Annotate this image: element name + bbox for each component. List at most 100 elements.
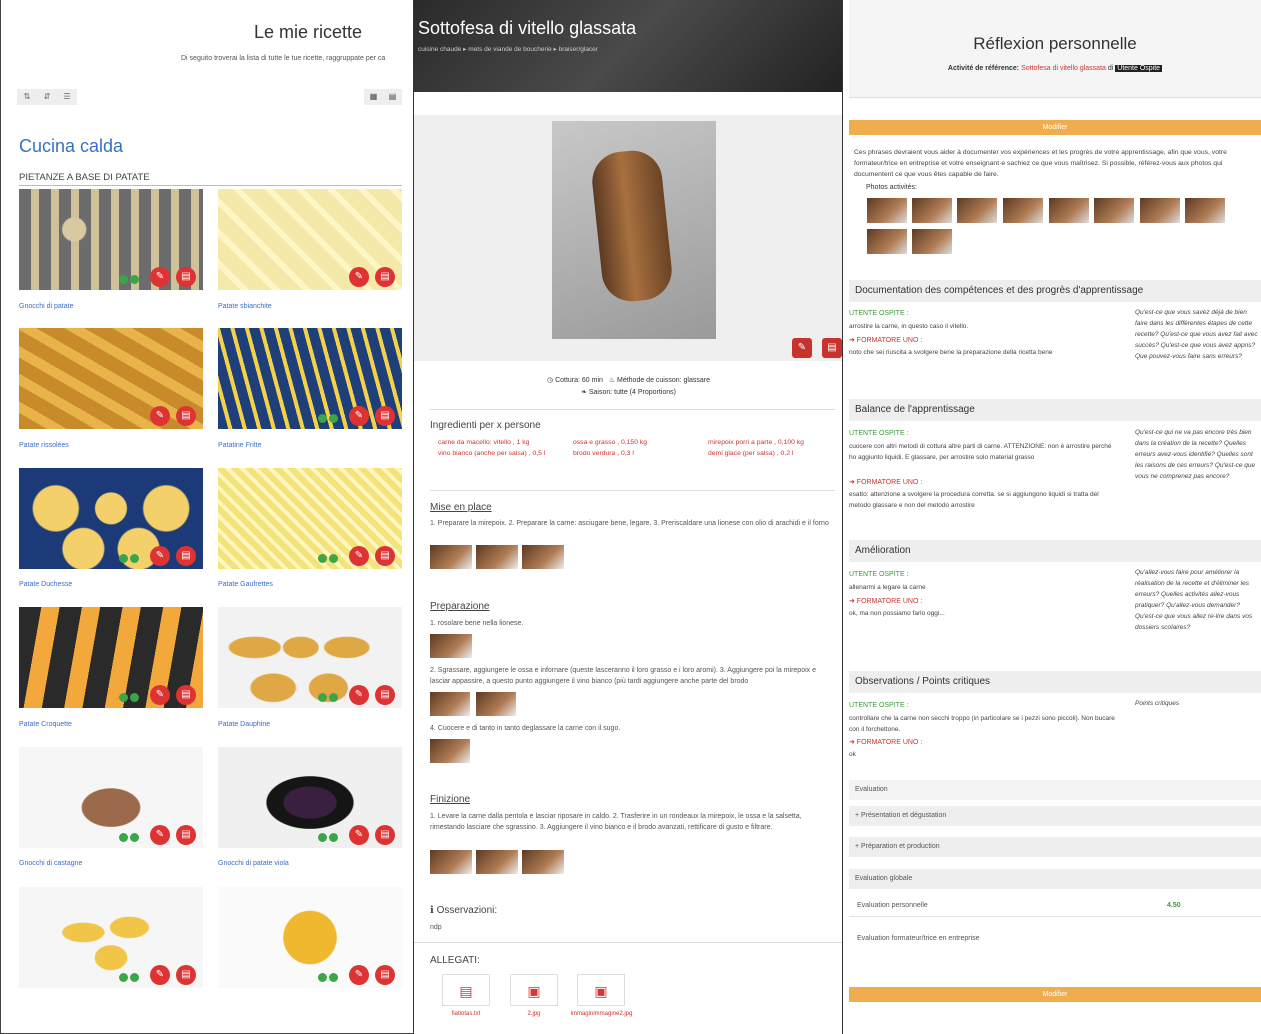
comment-button[interactable]: ✎: [792, 338, 812, 358]
recipe-name[interactable]: Patate sbianchite: [218, 303, 272, 310]
recipe-name[interactable]: Gnocchi di castagne: [19, 860, 82, 867]
activity-photo[interactable]: [1003, 198, 1043, 223]
comment-button[interactable]: ✎: [150, 267, 170, 287]
step-photo[interactable]: [430, 850, 472, 874]
grid-view-icon[interactable]: ▦: [364, 89, 383, 105]
recipe-card[interactable]: ✎ ▤: [218, 887, 402, 988]
step-photo[interactable]: [522, 850, 564, 874]
observations-title: ℹ Osservazioni:: [430, 905, 497, 916]
activity-photo[interactable]: [1094, 198, 1134, 223]
comment-button[interactable]: ✎: [349, 267, 369, 287]
ingredient-item: vino bianco (anche per salsa) , 0,5 l: [438, 450, 546, 457]
recipe-card[interactable]: ✎ ▤: [19, 468, 203, 569]
comment-button[interactable]: ✎: [150, 825, 170, 845]
comment-button[interactable]: ✎: [349, 406, 369, 426]
eval-trainer-label: Evaluation formateur/trice en entreprise: [857, 935, 980, 942]
pdf-button[interactable]: ▤: [176, 546, 196, 566]
pdf-button[interactable]: ▤: [176, 965, 196, 985]
recipe-card[interactable]: ✎ ▤: [218, 468, 402, 569]
pdf-button[interactable]: ▤: [375, 685, 395, 705]
pdf-button[interactable]: ▤: [375, 406, 395, 426]
photos-label: Photos activités:: [866, 184, 917, 191]
eval-section-preparation[interactable]: + Préparation et production: [849, 837, 1261, 857]
activity-photo[interactable]: [1185, 198, 1225, 223]
recipe-name[interactable]: Patate Croquette: [19, 721, 72, 728]
sort-desc-icon[interactable]: ⇵: [37, 89, 57, 105]
recipe-card[interactable]: ✎ ▤: [19, 747, 203, 848]
comment-button[interactable]: ✎: [150, 406, 170, 426]
comment-button[interactable]: ✎: [150, 546, 170, 566]
divider: [430, 409, 835, 410]
reflection-title: Réflexion personnelle: [973, 34, 1137, 53]
recipe-card[interactable]: ✎ ▤: [19, 607, 203, 708]
pdf-button[interactable]: ▤: [375, 965, 395, 985]
step-photo[interactable]: [430, 634, 472, 658]
list-view-icon[interactable]: ▤: [383, 89, 402, 105]
status-badge: [130, 554, 139, 563]
modify-button[interactable]: Modifier: [849, 120, 1261, 135]
image-file-icon[interactable]: ▣: [577, 974, 625, 1006]
comment-button[interactable]: ✎: [349, 825, 369, 845]
step-photo[interactable]: [430, 739, 470, 763]
recipe-card[interactable]: ✎ ▤: [19, 328, 203, 429]
recipe-name[interactable]: Patate Duchesse: [19, 581, 72, 588]
recipe-title: Sottofesa di vitello glassata: [418, 18, 637, 38]
attachments-title: ALLEGATI:: [430, 955, 480, 966]
recipe-card[interactable]: ✎ ▤: [218, 328, 402, 429]
reference-link[interactable]: Sottofesa di vitello glassata: [1021, 65, 1106, 72]
eval-section-presentation[interactable]: + Présentation et dégustation: [849, 806, 1261, 826]
recipe-name[interactable]: Gnocchi di patate: [19, 303, 73, 310]
recipe-detail-panel: Sottofesa di vitello glassata cuisine ch…: [414, 0, 843, 1034]
recipe-name[interactable]: Gnocchi di patate viola: [218, 860, 289, 867]
comment-button[interactable]: ✎: [349, 685, 369, 705]
step-photo[interactable]: [476, 850, 518, 874]
pdf-button[interactable]: ▤: [176, 406, 196, 426]
ingredient-item: mirepoix porri a parte , 0,100 kg: [708, 439, 804, 446]
modify-button-bottom[interactable]: Modifier: [849, 987, 1261, 1002]
recipe-card[interactable]: ✎ ▤: [218, 189, 402, 290]
recipe-name[interactable]: Patate Gaufrettes: [218, 581, 273, 588]
attachment-name[interactable]: fiatiotas.txt: [436, 1011, 496, 1017]
comment-button[interactable]: ✎: [349, 546, 369, 566]
eval-personal-value: 4.50: [1167, 902, 1181, 909]
comment-button[interactable]: ✎: [150, 685, 170, 705]
trainer-label: ➜ FORMATORE UNO :: [849, 479, 923, 486]
attachment-name[interactable]: 2.jpg: [504, 1011, 564, 1017]
step-photo[interactable]: [430, 545, 472, 569]
sort-asc-icon[interactable]: ⇅: [17, 89, 37, 105]
step-photo[interactable]: [476, 692, 516, 716]
activity-photo[interactable]: [1049, 198, 1089, 223]
comment-button[interactable]: ✎: [150, 965, 170, 985]
pdf-button[interactable]: ▤: [375, 546, 395, 566]
pdf-button[interactable]: ▤: [176, 267, 196, 287]
activity-photo[interactable]: [867, 198, 907, 223]
recipe-card[interactable]: ✎ ▤: [19, 189, 203, 290]
recipe-name[interactable]: Patate Dauphine: [218, 721, 270, 728]
activity-photo[interactable]: [912, 198, 952, 223]
activity-photo[interactable]: [912, 229, 952, 254]
recipe-card[interactable]: ✎ ▤: [19, 887, 203, 988]
step-photo[interactable]: [476, 545, 518, 569]
pdf-button[interactable]: ▤: [375, 267, 395, 287]
pdf-button[interactable]: ▤: [822, 338, 842, 358]
recipe-name[interactable]: Patatine Fritte: [218, 442, 262, 449]
breadcrumb[interactable]: cuisine chaude ▸ mets de viande de bouch…: [418, 45, 598, 53]
pdf-button[interactable]: ▤: [176, 825, 196, 845]
list-icon[interactable]: ☰: [57, 89, 77, 105]
recipe-card[interactable]: ✎ ▤: [218, 607, 402, 708]
recipe-main-photo[interactable]: [552, 121, 716, 339]
comment-button[interactable]: ✎: [349, 965, 369, 985]
pdf-button[interactable]: ▤: [375, 825, 395, 845]
activity-photo[interactable]: [957, 198, 997, 223]
attachment-name[interactable]: immaginimmagine2.jpg: [564, 1011, 639, 1017]
recipe-name[interactable]: Patate rissolées: [19, 442, 69, 449]
activity-photo[interactable]: [867, 229, 907, 254]
category-title[interactable]: Cucina calda: [19, 136, 123, 157]
image-file-icon[interactable]: ▣: [510, 974, 558, 1006]
activity-photo[interactable]: [1140, 198, 1180, 223]
file-icon[interactable]: ▤: [442, 974, 490, 1006]
recipe-card[interactable]: ✎ ▤: [218, 747, 402, 848]
step-photo[interactable]: [522, 545, 564, 569]
pdf-button[interactable]: ▤: [176, 685, 196, 705]
step-photo[interactable]: [430, 692, 470, 716]
